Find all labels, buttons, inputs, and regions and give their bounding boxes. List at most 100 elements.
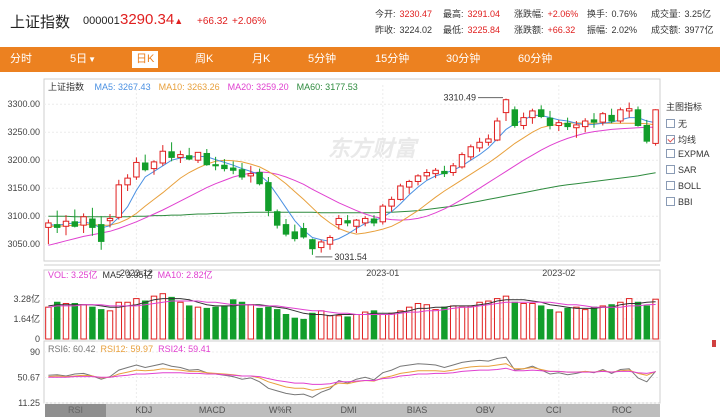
legend-item: MA10: 2.82亿 [157,270,213,280]
chevron-down-icon: ▼ [88,55,97,64]
indicator-tab-2[interactable]: MACD [182,404,243,417]
tab-3[interactable]: 周K [195,47,213,72]
indicator-option[interactable]: BOLL [666,181,701,191]
indicator-option-label: 均线 [678,135,697,145]
quote-label: 涨跌额: [514,25,544,35]
candle-body [115,184,123,218]
candle [53,210,61,233]
candle [520,112,527,130]
candle [326,235,334,250]
x-tick-label: 2023-01 [366,268,399,278]
candle-body [159,150,167,164]
checkbox-icon[interactable] [666,197,675,206]
volume-bar [106,310,114,340]
volume-bar [652,298,659,340]
candle-body [537,109,545,118]
indicator-tab-7[interactable]: CCI [523,404,584,417]
indicator-option[interactable]: 均线 [666,133,696,146]
candle [71,209,79,228]
tab-4[interactable]: 月K [252,47,270,72]
quote-item: 涨跌幅: +2.06% [514,7,578,20]
candle-body [432,169,439,175]
candle-body [238,169,246,178]
tab-6[interactable]: 15分钟 [375,47,409,72]
y-tick-label: 3100.00 [7,211,40,221]
legend-item: MA10: 3263.26 [158,82,220,92]
x-tick-label: 2023-02 [542,268,575,278]
current-price: 3290.34▲ [120,11,184,28]
checkbox-icon[interactable] [666,135,675,144]
tab-label: 日K [136,53,155,65]
candle [502,98,510,121]
indicator-tab-1[interactable]: KDJ [113,404,174,417]
candle-body [467,146,475,158]
quote-label: 换手: [587,9,608,19]
volume-bar [608,304,615,340]
indicator-option[interactable]: BBI [666,197,693,207]
volume-bar [80,304,87,340]
checkbox-icon[interactable] [666,149,675,158]
legend-item: RSI12: 59.97 [100,344,154,354]
candle-body [45,222,52,228]
indicator-tab-4[interactable]: DMI [318,404,379,417]
period-tab-bar: 分时 5日▼ 日K 周K 月K 5分钟 15分钟 30分钟 60分钟 [0,47,720,72]
indicator-option[interactable]: 无 [666,117,687,130]
candle-body [203,152,211,166]
candle-body [423,172,431,177]
candle [458,152,466,169]
candle-body [599,113,607,123]
quote-value: 3225.84 [467,25,501,35]
indicator-option[interactable]: EXPMA [666,149,710,159]
low-annotation: 3031.54 [334,252,367,262]
candle-body [573,124,580,129]
indicator-option-label: BBI [678,197,693,207]
volume-bar [221,305,228,340]
volume-bar [89,306,96,340]
candle-body [590,119,598,123]
quote-item: 换手: 0.76% [587,7,637,20]
tab-8[interactable]: 60分钟 [518,47,552,72]
kline-chart[interactable]: 3300.00 3250.00 3200.00 3150.00 3100.00 3050.… [0,76,720,406]
legend-item: MA5: 3.05亿 [102,270,153,280]
indicator-tab-0[interactable]: RSI [45,404,106,417]
candle [617,107,624,124]
scroll-marker [712,340,716,347]
tab-5[interactable]: 5分钟 [308,47,336,72]
tab-1[interactable]: 5日▼ [70,47,96,72]
indicator-option-label: BOLL [678,181,702,191]
candle [133,157,140,180]
volume-bar [265,306,272,340]
candle-body [212,164,219,167]
volume-bar [546,309,554,340]
candle-body [168,151,175,158]
quote-item: 今开: 3230.47 [375,7,432,20]
indicator-tab-8[interactable]: ROC [591,404,652,417]
y-tick-label: 3050.00 [7,239,40,249]
candle-body [353,219,360,227]
tab-0[interactable]: 分时 [10,47,32,72]
candle-body [449,165,457,174]
volume-bar [124,301,131,340]
candle-body [370,218,378,224]
candle-body [529,110,536,119]
volume-bar [388,312,395,340]
tab-7[interactable]: 30分钟 [446,47,480,72]
checkbox-icon[interactable] [666,119,675,128]
indicator-option[interactable]: SAR [666,165,697,175]
candle-body [608,114,615,122]
candle-body [335,217,343,226]
candle [546,110,554,130]
candle [194,151,202,163]
checkbox-icon[interactable] [666,181,675,190]
indicator-tab-3[interactable]: W%R [250,404,311,417]
checkbox-icon[interactable] [666,165,675,174]
candle [247,165,255,183]
candle-body [97,224,105,242]
indicator-tab-5[interactable]: BIAS [387,404,448,417]
candle [309,238,316,255]
candle-body [53,224,61,228]
tab-2[interactable]: 日K [132,51,159,68]
volume-bar [62,302,70,340]
volume-bar [256,307,263,340]
indicator-tab-6[interactable]: OBV [455,404,516,417]
